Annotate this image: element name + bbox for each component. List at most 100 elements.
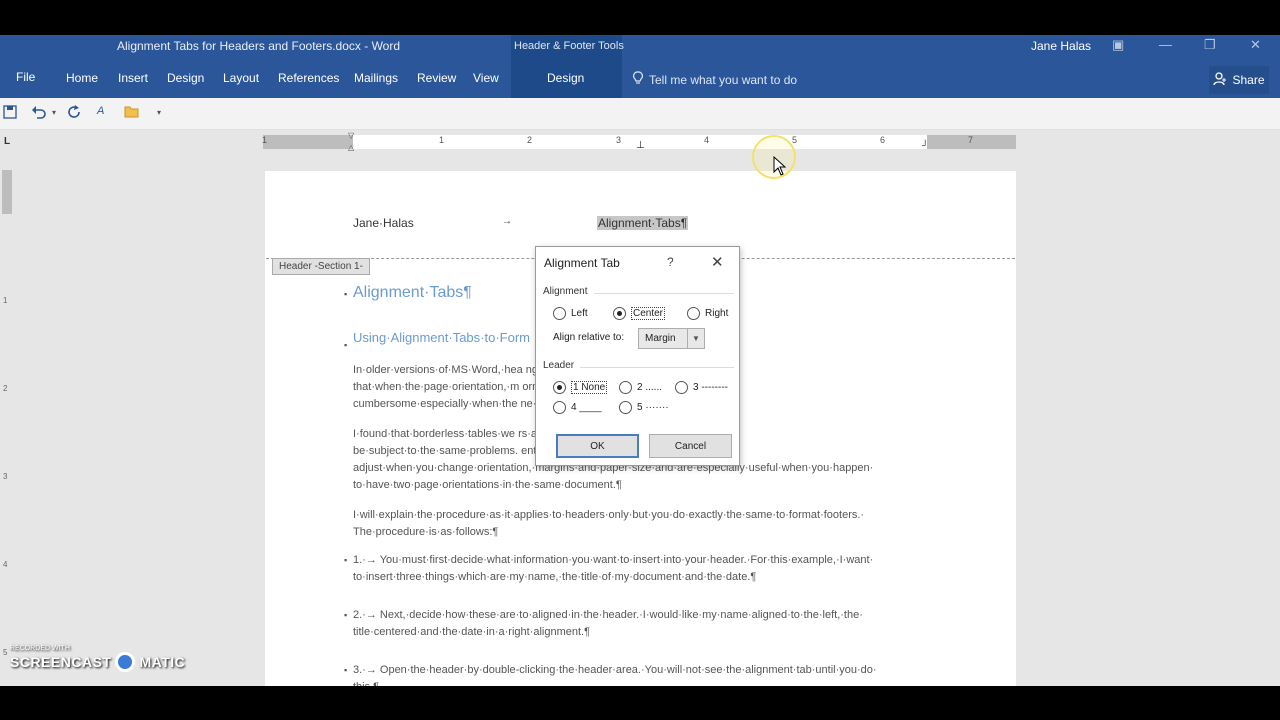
ruler-number: 1 (262, 135, 268, 145)
ruler-number: 4 (704, 135, 710, 145)
center-tab-stop-icon[interactable]: ⊥ (636, 140, 645, 151)
screencast-logo-icon (115, 652, 136, 672)
radio-center-label: Center (631, 307, 666, 320)
header-author-text[interactable]: Jane·Halas (353, 216, 414, 230)
help-icon[interactable]: ? (667, 255, 674, 269)
radio-left[interactable]: Left (553, 307, 588, 320)
text-line: I·will·explain·the·procedure·as·it·appli… (353, 509, 865, 521)
text-line: 3.·→ Open·the·header·by·double-clicking·… (353, 664, 877, 676)
radio-right-label: Right (705, 308, 729, 319)
paragraph-mark-icon: ▪ (344, 665, 348, 675)
vruler-number: 4 (3, 560, 8, 569)
radio-leader-3[interactable]: 3 -------- (675, 381, 728, 394)
person-icon (1213, 71, 1227, 89)
minimize-icon[interactable]: — (1159, 37, 1172, 52)
text-line: 2.·→ Next,·decide·how·these·are·to·align… (353, 609, 863, 621)
select-value: Margin (645, 333, 676, 344)
text-line: The·procedure·is·as·follows:¶ (353, 526, 499, 538)
format-icon[interactable]: A (97, 105, 104, 117)
header-title-selected[interactable]: Alignment·Tabs¶ (597, 216, 689, 230)
tab-references[interactable]: References (278, 71, 339, 85)
chevron-down-icon: ▼ (687, 329, 704, 348)
list-item[interactable]: 2.·→ Next,·decide·how·these·are·to·align… (353, 607, 863, 641)
alignment-tab-arrow: → (502, 216, 512, 227)
hanging-indent-icon[interactable]: △ (348, 143, 354, 152)
radio-leader-4[interactable]: 4 ____ (553, 401, 602, 414)
paragraph-mark-icon: ▪ (344, 289, 348, 299)
group-divider (594, 293, 734, 294)
dialog-title: Alignment Tab (544, 256, 620, 270)
tell-me-search[interactable]: Tell me what you want to do (633, 71, 797, 88)
paragraph-mark-icon: ▪ (344, 610, 348, 620)
tab-view[interactable]: View (473, 71, 499, 85)
watermark-left: SCREENCAST (10, 654, 112, 670)
quick-access-toolbar: ▾ A ▾ (0, 98, 1280, 130)
vertical-ruler[interactable]: 1 2 3 4 5 (0, 154, 14, 686)
tell-me-text: Tell me what you want to do (649, 72, 798, 87)
ok-button[interactable]: OK (556, 434, 639, 458)
watermark-line1: RECORDED WITH (10, 645, 70, 652)
right-tab-stop-icon[interactable]: ┘ (922, 140, 928, 150)
paragraph-3[interactable]: I·will·explain·the·procedure·as·it·appli… (353, 507, 864, 541)
paragraph-mark-icon: ▪ (344, 340, 348, 350)
tab-insert[interactable]: Insert (118, 71, 148, 85)
leader-group-label: Leader (543, 360, 575, 371)
restore-icon[interactable]: ❐ (1204, 37, 1216, 53)
heading-2[interactable]: Using·Alignment·Tabs·to·Form (353, 330, 530, 345)
tab-file[interactable]: File (16, 70, 35, 84)
heading-1[interactable]: Alignment·Tabs¶ (353, 284, 472, 302)
text-line: 1.·→ You·must·first·decide·what·informat… (353, 554, 874, 566)
ribbon-display-options-icon[interactable]: ▣ (1112, 37, 1124, 53)
radio-leader-1[interactable]: 1 None (553, 381, 608, 394)
text-line: title·centered·and·the·date·in·a·right·a… (353, 626, 591, 638)
align-relative-select[interactable]: Margin ▼ (638, 328, 705, 349)
tab-review[interactable]: Review (417, 71, 456, 85)
group-divider (580, 367, 734, 368)
leader-1-label: 1 None (571, 381, 608, 394)
close-icon[interactable]: ✕ (711, 253, 724, 271)
tab-header-footer-design[interactable]: Design (547, 71, 584, 85)
radio-circle (687, 307, 700, 320)
ribbon-tabs: File Home Insert Design Layout Reference… (0, 63, 1280, 98)
vruler-number: 1 (3, 296, 8, 305)
vruler-number: 2 (3, 384, 8, 393)
radio-leader-2[interactable]: 2 ...... (619, 381, 662, 394)
save-icon[interactable] (3, 105, 17, 122)
letterbox-bottom (0, 686, 1280, 720)
vertical-scrollbar[interactable] (1262, 154, 1280, 686)
mouse-pointer-icon (773, 155, 787, 181)
ruler-number: 6 (880, 135, 886, 145)
vruler-number: 5 (3, 648, 8, 657)
customize-qat-icon[interactable]: ▾ (157, 108, 161, 117)
first-line-indent-icon[interactable]: ▽ (348, 131, 354, 140)
tab-home[interactable]: Home (66, 71, 98, 85)
lightbulb-icon (633, 71, 643, 88)
text-line: to·insert·three·things·which·are·my·name… (353, 571, 757, 583)
share-button[interactable]: Share (1209, 66, 1269, 94)
radio-right[interactable]: Right (687, 307, 728, 320)
cancel-button[interactable]: Cancel (649, 434, 732, 458)
radio-circle (619, 401, 632, 414)
tab-selector-icon[interactable]: L (4, 136, 10, 147)
alignment-tab-dialog: Alignment Tab ? ✕ Alignment Left Center … (535, 246, 740, 466)
radio-circle (675, 381, 688, 394)
paragraph-mark-icon: ▪ (344, 555, 348, 565)
document-title: Alignment Tabs for Headers and Footers.d… (117, 39, 401, 53)
radio-circle (619, 381, 632, 394)
undo-icon[interactable] (31, 105, 47, 122)
list-item[interactable]: 1.·→ You·must·first·decide·what·informat… (353, 552, 873, 586)
undo-dropdown-icon[interactable]: ▾ (52, 108, 56, 117)
tab-design[interactable]: Design (167, 71, 204, 85)
text-line: to·have·two·page·orientations·in·the·sam… (353, 479, 622, 491)
tab-mailings[interactable]: Mailings (354, 71, 398, 85)
radio-center[interactable]: Center (613, 307, 666, 320)
horizontal-ruler[interactable]: L 1 1 2 3 4 5 6 7 ▽ △ ⊥ ┘ (0, 130, 1280, 154)
screencast-watermark: RECORDED WITH SCREENCAST MATIC (10, 645, 185, 672)
redo-icon[interactable] (67, 105, 81, 122)
radio-leader-5[interactable]: 5 ······· (619, 401, 669, 414)
close-window-icon[interactable]: ✕ (1250, 37, 1261, 53)
context-tools-label: Header & Footer Tools (514, 40, 624, 52)
tab-layout[interactable]: Layout (223, 71, 259, 85)
open-folder-icon[interactable] (124, 105, 140, 121)
user-name[interactable]: Jane Halas (1031, 39, 1091, 53)
